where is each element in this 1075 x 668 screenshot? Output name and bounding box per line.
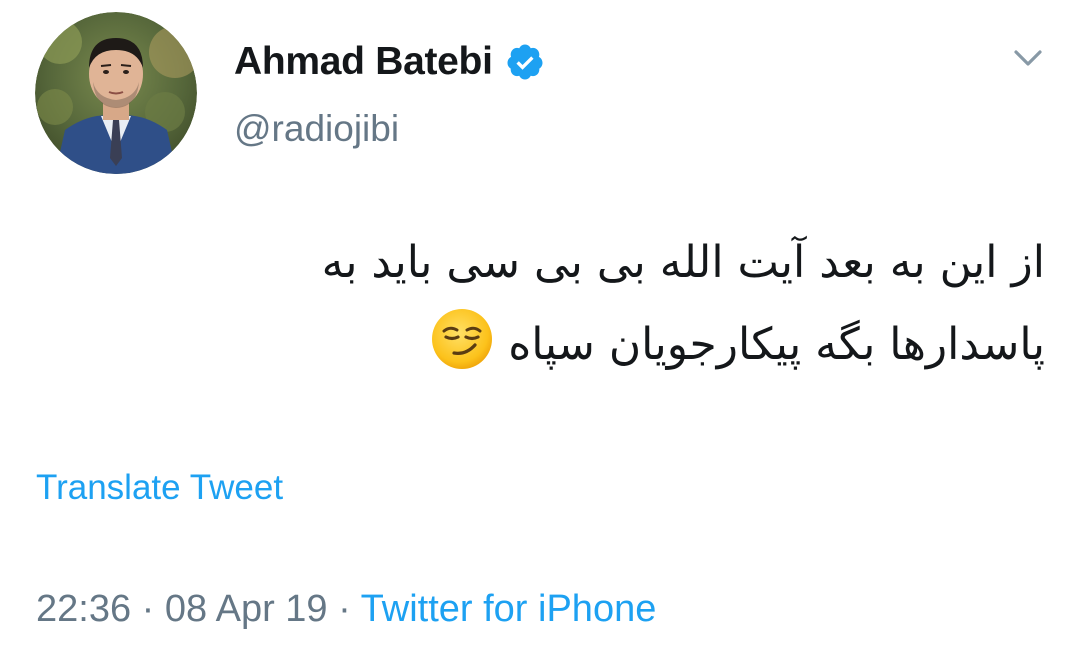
tweet-meta: 22:36 · 08 Apr 19 · Twitter for iPhone (36, 588, 656, 631)
tweet-line-2-container: پاسدارها بگه پیکارجویان سپاه (85, 304, 1045, 386)
display-name[interactable]: Ahmad Batebi (234, 40, 493, 84)
avatar[interactable] (35, 12, 197, 174)
translate-tweet-link[interactable]: Translate Tweet (36, 468, 283, 508)
tweet-source-link[interactable]: Twitter for iPhone (361, 588, 657, 630)
tweet-date: 08 Apr 19 (164, 588, 328, 630)
meta-separator-2: · (327, 588, 361, 630)
tweet-line-2: پاسدارها بگه پیکارجویان سپاه (508, 319, 1045, 370)
tweet-line-1: از این به بعد آیت الله بی بی سی باید به (321, 237, 1045, 288)
author-row: Ahmad Batebi (234, 34, 545, 90)
chevron-down-icon[interactable] (1008, 38, 1048, 78)
smirking-face-emoji-icon (432, 309, 493, 369)
user-handle[interactable]: @radiojibi (234, 108, 399, 150)
verified-badge-icon (507, 44, 543, 80)
tweet-text: از این به بعد آیت الله بی بی سی باید به … (85, 222, 1045, 386)
tweet-time: 22:36 (36, 588, 132, 630)
meta-separator: · (131, 588, 165, 630)
